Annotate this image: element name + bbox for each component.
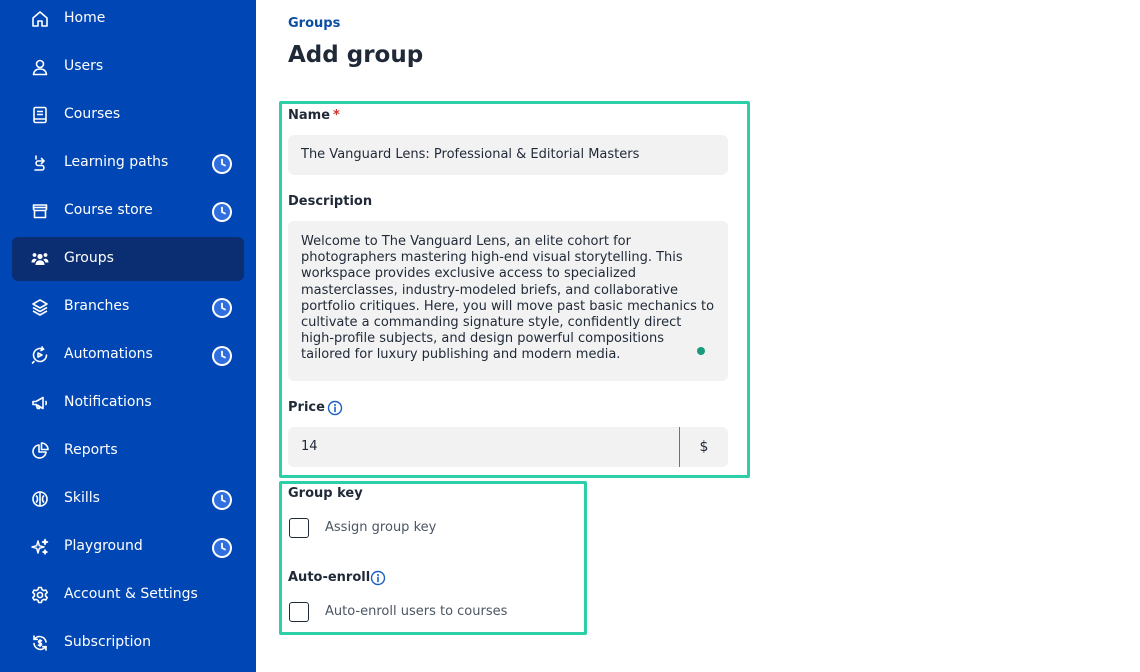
clock-icon (212, 538, 232, 558)
sidebar-item-label: Branches (64, 298, 130, 314)
pie-chart-icon (30, 441, 50, 461)
assign-group-key-label[interactable]: Assign group key (325, 520, 436, 535)
sidebar-item-automations[interactable]: Automations (12, 333, 244, 377)
sidebar-item-label: Courses (64, 106, 121, 122)
required-mark: * (333, 108, 340, 123)
clock-icon (212, 298, 232, 318)
sidebar-item-label: Automations (64, 346, 153, 362)
clock-icon (212, 346, 232, 366)
name-label-text: Name (288, 108, 331, 123)
auto-enroll-info-icon[interactable] (370, 570, 386, 586)
sidebar-item-notifications[interactable]: Notifications (12, 381, 244, 425)
name-field[interactable]: The Vanguard Lens: Professional & Editor… (288, 135, 728, 175)
sidebar-item-label: Notifications (64, 394, 152, 410)
sidebar-item-branches[interactable]: Branches (12, 285, 244, 329)
sidebar-item-label: Subscription (64, 634, 151, 650)
sidebar-item-label: Account & Settings (64, 586, 198, 602)
clock-icon (212, 490, 232, 510)
breadcrumb[interactable]: Groups (288, 16, 340, 31)
auto-enroll-option-label[interactable]: Auto-enroll users to courses (325, 604, 507, 619)
description-label: Description (288, 194, 373, 209)
sidebar-item-reports[interactable]: Reports (12, 429, 244, 473)
skills-icon (30, 489, 50, 509)
clock-icon (212, 154, 232, 174)
sidebar-item-skills[interactable]: Skills (12, 477, 244, 521)
sidebar-item-label: Reports (64, 442, 118, 458)
layers-icon (30, 297, 50, 317)
group-key-label: Group key (288, 486, 363, 501)
sidebar-item-learning-paths[interactable]: Learning paths (12, 141, 244, 185)
sidebar-item-home[interactable]: Home (12, 0, 244, 41)
auto-enroll-checkbox[interactable] (289, 602, 309, 622)
clock-icon (212, 202, 232, 222)
currency-suffix: $ (680, 427, 728, 467)
sidebar-item-course-store[interactable]: Course store (12, 189, 244, 233)
sidebar-item-users[interactable]: Users (12, 45, 244, 89)
sidebar-item-groups[interactable]: Groups (12, 237, 244, 281)
price-info-icon[interactable] (327, 400, 343, 416)
description-field[interactable]: Welcome to The Vanguard Lens, an elite c… (288, 221, 728, 381)
groups-icon (30, 249, 50, 269)
home-icon (30, 9, 50, 29)
price-label: Price (288, 400, 325, 415)
price-field[interactable]: 14 (288, 427, 680, 467)
assign-group-key-checkbox[interactable] (289, 518, 309, 538)
page-title: Add group (288, 42, 424, 68)
megaphone-icon (30, 393, 50, 413)
store-icon (30, 201, 50, 221)
sidebar-item-subscription[interactable]: Subscription (12, 621, 244, 665)
sidebar-item-label: Users (64, 58, 104, 74)
path-icon (30, 153, 50, 173)
subscription-icon (30, 633, 50, 653)
sidebar-item-label: Home (64, 10, 106, 26)
sidebar-item-courses[interactable]: Courses (12, 93, 244, 137)
sidebar-item-label: Learning paths (64, 154, 169, 170)
sidebar-item-label: Course store (64, 202, 153, 218)
sidebar: Home Users Courses Learning paths Course… (0, 0, 256, 672)
book-icon (30, 105, 50, 125)
user-icon (30, 57, 50, 77)
sidebar-item-label: Groups (64, 250, 114, 266)
automation-icon (30, 345, 50, 365)
gear-icon (30, 585, 50, 605)
auto-enroll-label: Auto-enroll (288, 570, 371, 585)
sidebar-item-label: Playground (64, 538, 143, 554)
sidebar-item-playground[interactable]: Playground (12, 525, 244, 569)
sidebar-item-label: Skills (64, 490, 100, 506)
sidebar-item-account-settings[interactable]: Account & Settings (12, 573, 244, 617)
sparkle-icon (30, 537, 50, 557)
name-label: Name * (288, 108, 340, 123)
grammar-indicator-dot (697, 347, 705, 355)
